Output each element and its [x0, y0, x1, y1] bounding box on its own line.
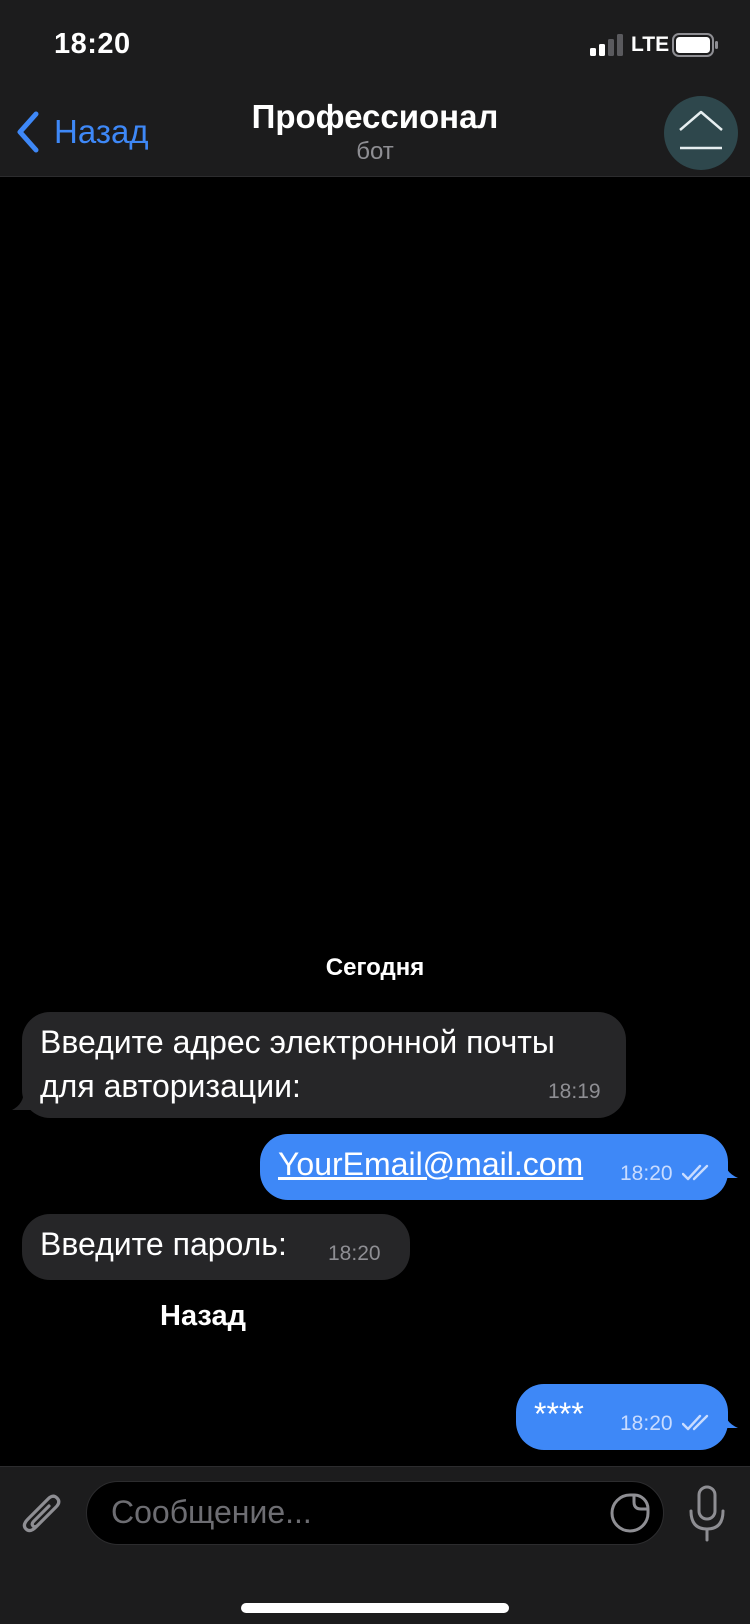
avatar-icon — [679, 110, 723, 150]
message-input[interactable]: Сообщение... — [86, 1481, 664, 1545]
message-text: Введите пароль: — [40, 1226, 287, 1262]
avatar[interactable] — [664, 96, 738, 170]
chat-title[interactable]: Профессионал — [0, 98, 750, 136]
nav-bar: Назад Профессионал бот — [0, 88, 750, 177]
status-time: 18:20 — [54, 28, 131, 60]
battery-icon — [672, 33, 718, 57]
home-indicator — [241, 1603, 509, 1613]
message-time: 18:20 — [620, 1412, 673, 1435]
signal-icon — [590, 34, 623, 56]
status-bar: 18:20 LTE — [0, 0, 750, 88]
double-check-icon — [682, 1164, 709, 1181]
message-text-line-2: для авторизации: — [40, 1068, 301, 1104]
message-time: 18:20 — [620, 1162, 673, 1185]
message-outgoing[interactable]: YourEmail@mail.com 18:20 — [260, 1134, 728, 1200]
bubble-tail — [12, 1086, 36, 1110]
email-link[interactable]: YourEmail@mail.com — [278, 1142, 583, 1186]
message-text: **** — [534, 1396, 584, 1432]
message-text-line-1: Введите адрес электронной почты — [40, 1024, 555, 1060]
message-outgoing[interactable]: **** 18:20 — [516, 1384, 728, 1450]
message-input-placeholder: Сообщение... — [111, 1494, 312, 1530]
message-time: 18:20 — [328, 1242, 381, 1265]
chat-subtitle: бот — [356, 138, 394, 165]
message-incoming[interactable]: Введите пароль: 18:20 — [22, 1214, 410, 1280]
sticker-icon[interactable] — [609, 1492, 651, 1534]
paperclip-icon[interactable] — [18, 1489, 66, 1545]
date-separator: Сегодня — [325, 954, 425, 981]
message-incoming[interactable]: Введите адрес электронной почты для авто… — [22, 1012, 626, 1118]
chat-area[interactable]: Сегодня Введите адрес электронной почты … — [0, 178, 750, 1466]
bubble-tail — [714, 1154, 738, 1178]
network-type: LTE — [631, 33, 670, 56]
microphone-icon[interactable] — [686, 1485, 728, 1543]
message-time: 18:19 — [548, 1080, 601, 1103]
input-bar: Сообщение... — [0, 1466, 750, 1624]
keyboard-back-button[interactable]: Назад — [160, 1300, 246, 1333]
bubble-tail — [714, 1404, 738, 1428]
double-check-icon — [682, 1414, 709, 1431]
